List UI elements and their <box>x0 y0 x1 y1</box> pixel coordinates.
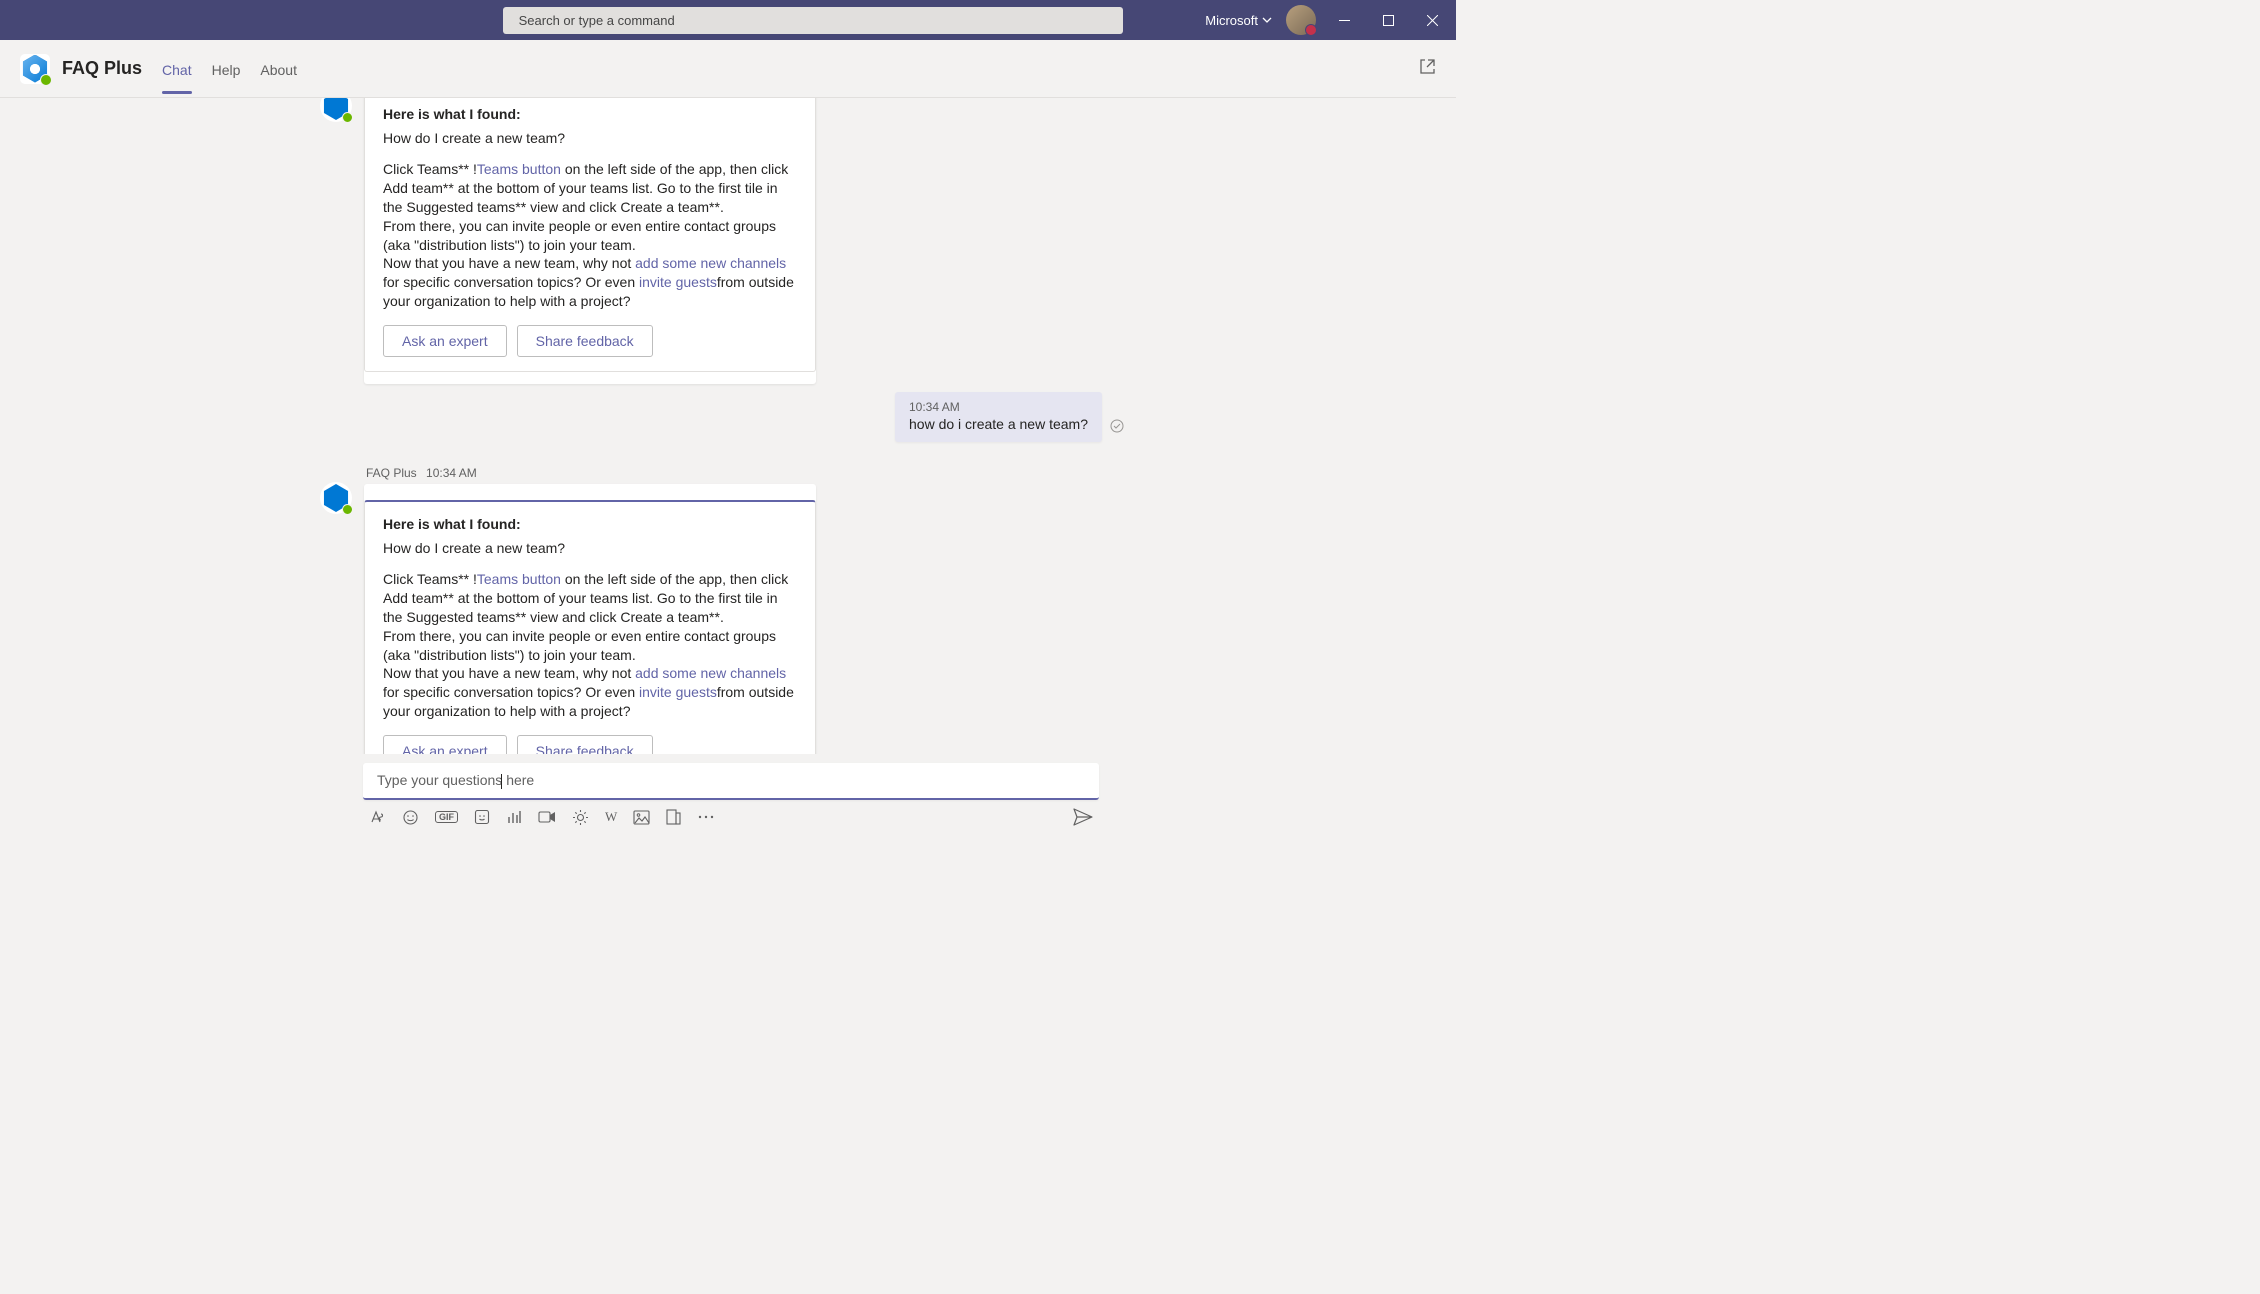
link-teams-button[interactable]: Teams button <box>477 571 561 587</box>
org-switcher[interactable]: Microsoft <box>1205 13 1272 28</box>
compose-area: Type your questions here GIF W <box>363 763 1099 826</box>
titlebar-right: Microsoft <box>1205 5 1448 35</box>
t: Click Teams** ! <box>383 571 477 587</box>
minimize-button[interactable] <box>1330 5 1360 35</box>
link-teams-button[interactable]: Teams button <box>477 161 561 177</box>
ask-expert-button[interactable]: Ask an expert <box>383 325 507 357</box>
user-avatar[interactable] <box>1286 5 1316 35</box>
bot-avatar <box>320 98 352 122</box>
more-icon[interactable] <box>697 814 715 820</box>
link-invite-guests[interactable]: invite guests <box>639 274 717 290</box>
user-message[interactable]: 10:34 AM how do i create a new team? <box>895 392 1102 442</box>
close-button[interactable] <box>1418 5 1448 35</box>
stream-icon[interactable] <box>538 809 556 825</box>
tab-help[interactable]: Help <box>202 44 251 94</box>
maximize-button[interactable] <box>1374 5 1404 35</box>
gif-icon[interactable]: GIF <box>435 811 458 823</box>
link-add-channels[interactable]: add some new channels <box>635 255 786 271</box>
card-heading: Here is what I found: <box>383 516 797 532</box>
t: Now that you have a new team, why not <box>383 255 635 271</box>
t: From there, you can invite people or eve… <box>383 628 776 663</box>
search-input[interactable]: Search or type a command <box>503 7 1123 34</box>
poll-icon[interactable] <box>506 809 522 825</box>
app-name: FAQ Plus <box>62 58 142 79</box>
sent-status-icon <box>1110 419 1124 438</box>
format-icon[interactable] <box>369 809 386 826</box>
card-body: Click Teams** !Teams button on the left … <box>383 570 797 721</box>
t: for specific conversation topics? Or eve… <box>383 684 639 700</box>
card-question: How do I create a new team? <box>383 130 797 146</box>
share-feedback-button[interactable]: Share feedback <box>517 735 653 754</box>
bot-message: Here is what I found: How do I create a … <box>320 98 816 384</box>
user-message-time: 10:34 AM <box>909 400 1088 414</box>
link-invite-guests[interactable]: invite guests <box>639 684 717 700</box>
t: for specific conversation topics? Or eve… <box>383 274 639 290</box>
bot-card: Here is what I found: How do I create a … <box>364 98 816 384</box>
bot-message-meta: FAQ Plus 10:34 AM <box>366 466 816 480</box>
app-tabbar: FAQ Plus Chat Help About <box>0 40 1456 98</box>
share-feedback-button[interactable]: Share feedback <box>517 325 653 357</box>
placeholder-part2: here <box>506 772 534 788</box>
chat-area[interactable]: Here is what I found: How do I create a … <box>0 98 1456 754</box>
bot-message: FAQ Plus 10:34 AM Here is what I found: … <box>320 466 816 754</box>
t: From there, you can invite people or eve… <box>383 218 776 253</box>
card-heading: Here is what I found: <box>383 106 797 122</box>
user-message-text: how do i create a new team? <box>909 416 1088 432</box>
wikipedia-icon[interactable]: W <box>605 809 617 825</box>
bot-card: Here is what I found: How do I create a … <box>364 484 816 754</box>
search-placeholder: Search or type a command <box>519 13 675 28</box>
news-icon[interactable] <box>666 809 681 825</box>
app-logo <box>20 54 50 84</box>
t: Now that you have a new team, why not <box>383 665 635 681</box>
bot-time: 10:34 AM <box>426 466 477 480</box>
sticker-icon[interactable] <box>474 809 490 825</box>
bot-name: FAQ Plus <box>366 466 417 480</box>
chevron-down-icon <box>1262 13 1272 28</box>
text-cursor-icon <box>501 774 502 789</box>
ask-expert-button[interactable]: Ask an expert <box>383 735 507 754</box>
org-label: Microsoft <box>1205 13 1258 28</box>
message-input[interactable]: Type your questions here <box>363 763 1099 800</box>
image-icon[interactable] <box>633 810 650 825</box>
popout-button[interactable] <box>1419 58 1436 80</box>
compose-toolbar: GIF W <box>363 800 1099 826</box>
placeholder-part1: Type your questions <box>377 772 502 788</box>
send-button[interactable] <box>1073 808 1093 826</box>
t: Click Teams** ! <box>383 161 477 177</box>
title-bar: Search or type a command Microsoft <box>0 0 1456 40</box>
tab-chat[interactable]: Chat <box>152 44 202 94</box>
weather-icon[interactable] <box>572 809 589 826</box>
card-body: Click Teams** !Teams button on the left … <box>383 160 797 311</box>
emoji-icon[interactable] <box>402 809 419 826</box>
card-question: How do I create a new team? <box>383 540 797 556</box>
tab-about[interactable]: About <box>250 44 307 94</box>
link-add-channels[interactable]: add some new channels <box>635 665 786 681</box>
bot-avatar <box>320 482 352 514</box>
